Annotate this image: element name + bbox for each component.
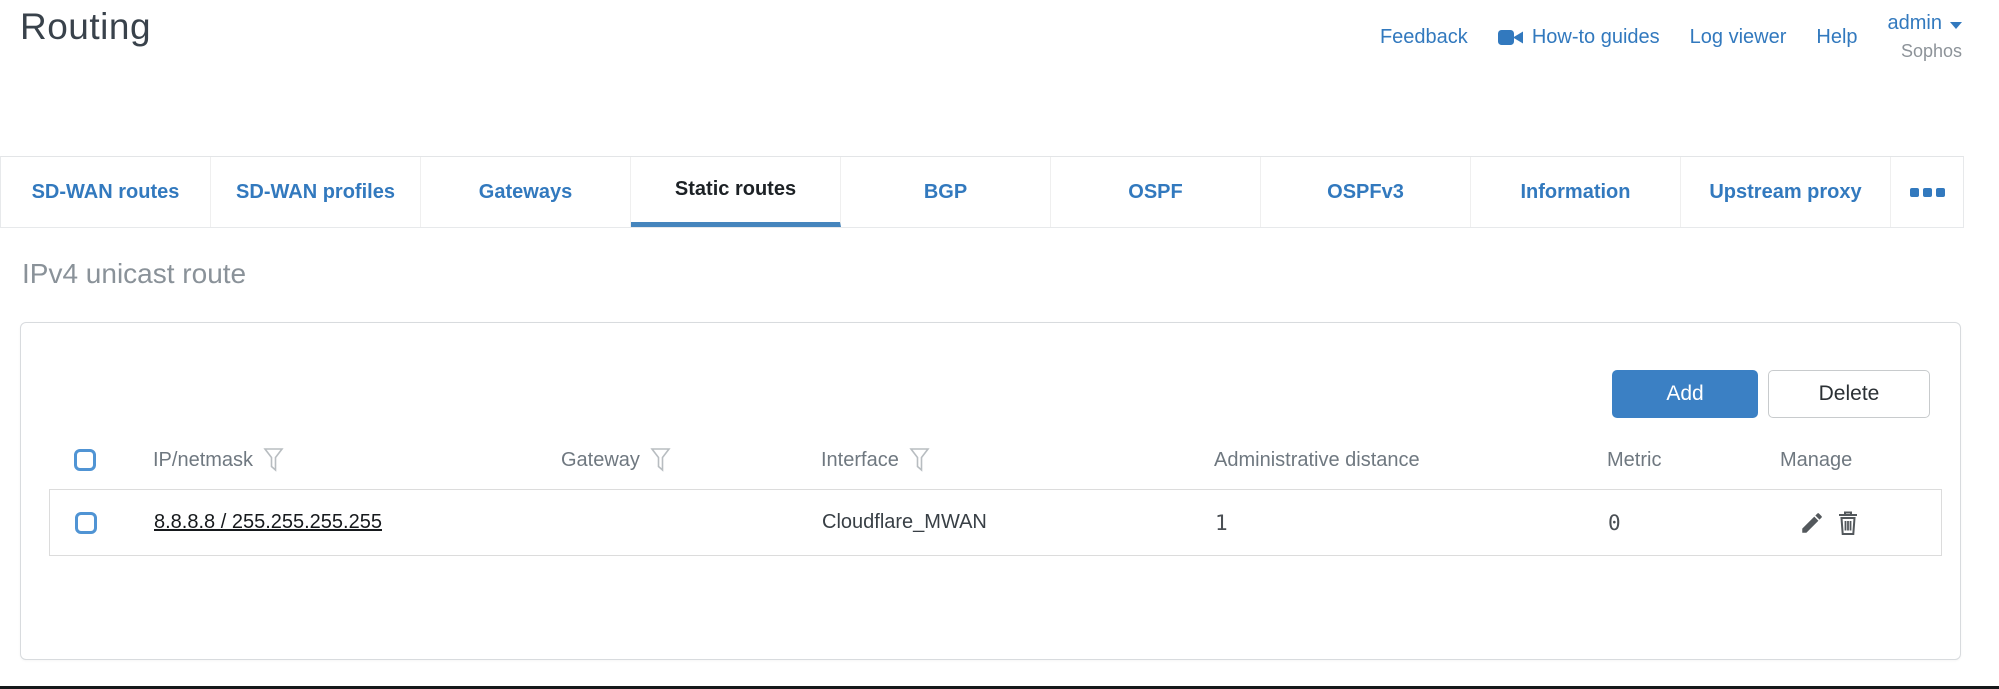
table-header-row: IP/netmask Gateway Interface bbox=[49, 431, 1942, 489]
col-gateway: Gateway bbox=[561, 449, 640, 472]
tab-upstream-proxy[interactable]: Upstream proxy bbox=[1681, 157, 1891, 227]
ellipsis-icon bbox=[1910, 188, 1945, 197]
page-header: Routing Feedback How-to guides Log viewe… bbox=[0, 0, 1999, 155]
tab-bgp[interactable]: BGP bbox=[841, 157, 1051, 227]
filter-icon[interactable] bbox=[263, 447, 284, 473]
feedback-link[interactable]: Feedback bbox=[1380, 26, 1468, 49]
edit-icon[interactable] bbox=[1799, 510, 1825, 536]
routing-page: Routing Feedback How-to guides Log viewe… bbox=[0, 0, 1999, 689]
col-administrative-distance: Administrative distance bbox=[1214, 449, 1420, 472]
delete-button[interactable]: Delete bbox=[1768, 370, 1930, 418]
page-title: Routing bbox=[20, 6, 151, 48]
table-row: 8.8.8.8 / 255.255.255.255 Cloudflare_MWA… bbox=[49, 489, 1942, 556]
col-metric: Metric bbox=[1607, 449, 1661, 472]
how-to-guides-link[interactable]: How-to guides bbox=[1498, 26, 1660, 49]
row-checkbox[interactable] bbox=[75, 512, 97, 534]
top-nav: Feedback How-to guides Log viewer Help a… bbox=[1380, 12, 1962, 62]
tab-sd-wan-routes[interactable]: SD-WAN routes bbox=[1, 157, 211, 227]
tab-ospfv3[interactable]: OSPFv3 bbox=[1261, 157, 1471, 227]
table-toolbar: Add Delete bbox=[1612, 370, 1930, 418]
more-tabs-button[interactable] bbox=[1891, 157, 1963, 227]
tab-gateways[interactable]: Gateways bbox=[421, 157, 631, 227]
routing-tab-bar: SD-WAN routes SD-WAN profiles Gateways S… bbox=[0, 156, 1964, 228]
route-ip-link[interactable]: 8.8.8.8 / 255.255.255.255 bbox=[154, 511, 382, 533]
col-manage: Manage bbox=[1780, 449, 1852, 472]
add-button[interactable]: Add bbox=[1612, 370, 1758, 418]
col-ip-netmask: IP/netmask bbox=[153, 449, 253, 472]
static-routes-card: Add Delete IP/netmask Gateway bbox=[20, 322, 1961, 660]
help-link[interactable]: Help bbox=[1816, 26, 1857, 49]
section-title: IPv4 unicast route bbox=[22, 258, 246, 290]
tab-information[interactable]: Information bbox=[1471, 157, 1681, 227]
manage-cell bbox=[1781, 510, 1941, 536]
col-interface: Interface bbox=[821, 449, 899, 472]
filter-icon[interactable] bbox=[909, 447, 930, 473]
tab-sd-wan-profiles[interactable]: SD-WAN profiles bbox=[211, 157, 421, 227]
video-camera-icon bbox=[1498, 29, 1524, 46]
select-all-checkbox[interactable] bbox=[74, 449, 96, 471]
org-label: Sophos bbox=[1901, 41, 1962, 62]
tab-ospf[interactable]: OSPF bbox=[1051, 157, 1261, 227]
route-admin-distance: 1 bbox=[1215, 511, 1608, 535]
route-metric: 0 bbox=[1608, 511, 1781, 535]
tab-static-routes[interactable]: Static routes bbox=[631, 157, 841, 227]
filter-icon[interactable] bbox=[650, 447, 671, 473]
chevron-down-icon bbox=[1950, 22, 1962, 29]
routes-table: IP/netmask Gateway Interface bbox=[49, 431, 1942, 556]
route-interface: Cloudflare_MWAN bbox=[822, 511, 1215, 534]
delete-icon[interactable] bbox=[1837, 510, 1859, 536]
user-menu: admin Sophos bbox=[1888, 12, 1962, 62]
admin-dropdown[interactable]: admin bbox=[1888, 12, 1962, 35]
log-viewer-link[interactable]: Log viewer bbox=[1690, 26, 1787, 49]
